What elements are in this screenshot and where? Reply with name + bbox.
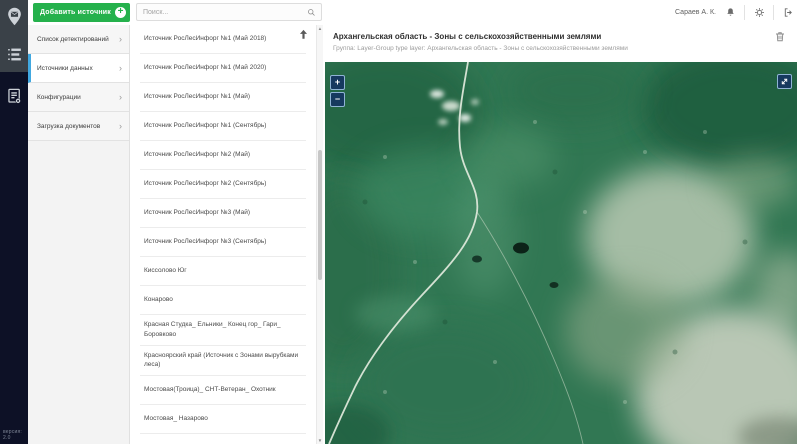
document-gear-icon <box>5 87 24 106</box>
detail-panel: Архангельская область - Зоны с сельскохо… <box>323 25 800 444</box>
list-item[interactable]: Красная Студка_ Ельники_ Конец гор_ Гари… <box>140 315 306 346</box>
search-box[interactable] <box>136 3 322 21</box>
list-item-label: Источник РосЛесИнфорг №3 (Сентябрь) <box>144 237 266 247</box>
nav-menu: Список детектирований›Источники данных›К… <box>28 25 130 444</box>
menu-item-label: Список детектирований <box>37 36 109 43</box>
add-source-button[interactable]: Добавить источник + <box>33 3 130 22</box>
list-item[interactable]: Источник РосЛесИнфорг №1 (Май 2020) <box>140 54 306 83</box>
list-item-label: Красноярский край (Источник с Зонами выр… <box>144 351 302 371</box>
menu-item-1[interactable]: Источники данных › <box>28 54 129 83</box>
map-zoom-out-button[interactable]: − <box>330 92 345 107</box>
list-item-label: Красная Студка_ Ельники_ Конец гор_ Гари… <box>144 320 302 340</box>
map-expand-button[interactable] <box>777 74 792 89</box>
user-area: Сараев А. К. <box>675 0 794 25</box>
top-bar: Добавить источник + Сараев А. К. <box>28 0 800 26</box>
app-window: версия: 2.0 Добавить источник + Сараев А… <box>0 0 800 444</box>
chevron-right-icon: › <box>119 64 122 73</box>
list-item-label: Источник РосЛесИнфорг №3 (Май) <box>144 208 250 218</box>
upload-arrow-icon[interactable] <box>297 28 310 42</box>
divider <box>744 5 745 20</box>
list-scrollbar[interactable]: ▲ ▼ <box>316 25 323 444</box>
menu-item-0[interactable]: Список детектирований › <box>28 25 129 54</box>
map-sources-icon[interactable] <box>3 5 25 27</box>
chevron-right-icon: › <box>119 35 122 44</box>
search-input[interactable] <box>137 9 307 16</box>
list-item[interactable]: Источник РосЛесИнфорг №1 (Май 2018) <box>140 25 306 54</box>
chevron-right-icon: › <box>119 93 122 102</box>
divider <box>773 5 774 20</box>
page-title: Архангельская область - Зоны с сельскохо… <box>323 25 800 41</box>
logout-button[interactable] <box>782 7 794 19</box>
list-item-label: Источник РосЛесИнфорг №1 (Май 2020) <box>144 63 266 73</box>
list-item-label: Источник РосЛесИнфорг №1 (Сентябрь) <box>144 121 266 131</box>
documents-icon[interactable] <box>3 85 25 107</box>
logout-icon <box>783 7 794 18</box>
expand-diagonal-icon <box>780 77 789 86</box>
gear-icon <box>754 7 765 18</box>
menu-item-label: Конфигурации <box>37 94 81 101</box>
delete-source-button[interactable] <box>774 30 786 43</box>
list-item-label: Мостовая(Троица)_ СНТ-Ветеран_ Охотник <box>144 385 276 395</box>
list-item[interactable]: Киссолово Юг <box>140 257 306 286</box>
detail-header: Архангельская область - Зоны с сельскохо… <box>323 25 800 62</box>
satellite-imagery <box>325 62 797 444</box>
list-item-label: Источник РосЛесИнфорг №1 (Май) <box>144 92 250 102</box>
map-pin-mail-icon <box>5 7 24 26</box>
list-item-label: Мостовая_ Назарово <box>144 414 208 424</box>
map-zoom-in-button[interactable]: + <box>330 75 345 90</box>
menu-item-label: Источники данных <box>37 65 93 72</box>
settings-button[interactable] <box>753 7 765 19</box>
add-source-label: Добавить источник <box>40 9 111 16</box>
list-item[interactable]: Мостовая_ Назарово <box>140 405 306 434</box>
search-icon <box>307 8 316 17</box>
bell-icon <box>725 7 736 18</box>
list-item[interactable]: Источник РосЛесИнфорг №2 (Сентябрь) <box>140 170 306 199</box>
list-item-label: Источник РосЛесИнфорг №2 (Сентябрь) <box>144 179 266 189</box>
list-rows-icon <box>5 45 24 64</box>
source-list: Источник РосЛесИнфорг №1 (Май 2018) Источ… <box>130 25 316 444</box>
list-item-label: Источник РосЛесИнфорг №1 (Май 2018) <box>144 34 266 44</box>
list-item-label: Источник РосЛесИнфорг №2 (Май) <box>144 150 250 160</box>
app-version-label: версия: 2.0 <box>3 429 28 441</box>
plus-icon: + <box>115 7 126 18</box>
menu-item-label: Загрузка документов <box>37 123 100 130</box>
list-item[interactable]: Источник РосЛесИнфорг №1 (Май) <box>140 83 306 112</box>
list-item-label: Киссолово Юг <box>144 266 187 276</box>
chevron-right-icon: › <box>119 122 122 131</box>
notifications-button[interactable] <box>724 7 736 19</box>
scrollbar-thumb[interactable] <box>318 150 322 280</box>
satellite-map[interactable]: + − <box>325 62 797 444</box>
menu-item-3[interactable]: Загрузка документов › <box>28 112 129 141</box>
user-name: Сараев А. К. <box>675 9 716 16</box>
group-subtitle: Группа: Layer-Group type layer: Архангел… <box>323 41 800 52</box>
icon-rail: версия: 2.0 <box>0 0 28 444</box>
menu-item-2[interactable]: Конфигурации › <box>28 83 129 112</box>
list-item[interactable]: Мостовая(Троица)_ СНТ-Ветеран_ Охотник <box>140 376 306 405</box>
list-item[interactable]: Источник РосЛесИнфорг №1 (Сентябрь) <box>140 112 306 141</box>
list-item[interactable]: Источник РосЛесИнфорг №3 (Сентябрь) <box>140 228 306 257</box>
list-item[interactable]: Источник РосЛесИнфорг №3 (Май) <box>140 199 306 228</box>
detections-list-icon[interactable] <box>3 43 25 65</box>
list-item[interactable]: Источник РосЛесИнфорг №2 (Май) <box>140 141 306 170</box>
list-item[interactable]: Красноярский край (Источник с Зонами выр… <box>140 346 306 377</box>
list-item-label: Конарово <box>144 295 173 305</box>
list-item[interactable]: Конарово <box>140 286 306 315</box>
